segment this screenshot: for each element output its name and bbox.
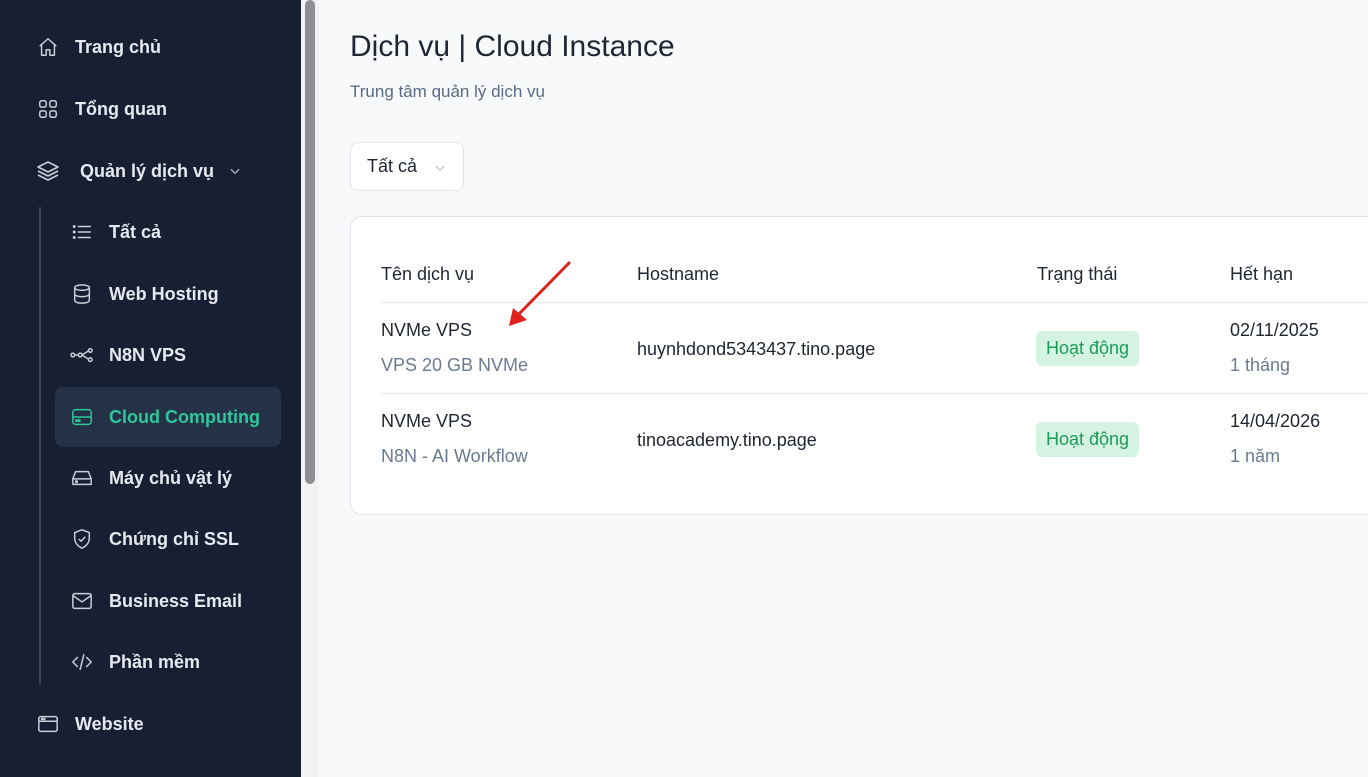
sidebar-item-label: Trang chủ (75, 36, 162, 57)
sidebar-item-label: Website (75, 713, 144, 734)
row-2-expiry-date: 14/04/2026 (1230, 411, 1321, 431)
sidebar-item-n8n-vps[interactable]: N8N VPS (70, 335, 186, 375)
annotation-arrow-icon (509, 261, 571, 326)
row-1-service-name[interactable]: NVMe VPS (381, 320, 472, 341)
sidebar-item-label: Business Email (109, 590, 243, 611)
page-subtitle: Trung tâm quản lý dịch vụ (350, 82, 545, 101)
row-1-billing-cycle: 1 tháng (1230, 355, 1291, 375)
list-icon (70, 220, 94, 244)
browser-icon (36, 712, 60, 736)
row-divider (381, 393, 1368, 394)
row-1-hostname[interactable]: huynhdond5343437.tino.page (637, 339, 875, 360)
filter-selected-value: Tất cả (367, 156, 418, 176)
sidebar-item-label: Máy chủ vật lý (109, 467, 233, 488)
workflow-icon (70, 343, 94, 367)
grid-icon (36, 97, 60, 121)
sidebar-scrollbar-thumb[interactable] (305, 0, 315, 484)
mail-icon (70, 589, 94, 613)
column-header-service-name: Tên dịch vụ (381, 264, 475, 284)
row-2-status-badge: Hoạt động (1036, 422, 1140, 457)
sidebar-item-web-hosting[interactable]: Web Hosting (70, 274, 219, 314)
layers-icon (36, 159, 60, 183)
sidebar-item-home[interactable]: Trang chủ (36, 27, 161, 67)
sidebar-item-label: Web Hosting (109, 283, 219, 304)
row-1-status-badge: Hoạt động (1036, 331, 1140, 366)
database-icon (70, 282, 94, 306)
row-1-expiry-date: 02/11/2025 (1230, 320, 1319, 340)
chevron-down-icon[interactable] (228, 164, 242, 178)
sidebar-item-business-email[interactable]: Business Email (70, 581, 242, 621)
page-title: Dịch vụ | Cloud Instance (350, 30, 675, 63)
sidebar-item-overview[interactable]: Tổng quan (36, 89, 167, 129)
sidebar-item-label: Cloud Computing (109, 406, 260, 427)
row-2-hostname[interactable]: tinoacademy.tino.page (637, 430, 817, 451)
sidebar-item-all[interactable]: Tất cả (70, 212, 161, 252)
sidebar-item-ssl[interactable]: Chứng chỉ SSL (70, 519, 239, 559)
row-2-service-name[interactable]: NVMe VPS (381, 411, 472, 432)
column-header-status: Trạng thái (1037, 264, 1118, 284)
sidebar-item-label: Phần mềm (109, 651, 201, 672)
home-icon (36, 35, 60, 59)
sidebar-item-cloud-computing[interactable]: Cloud Computing (70, 397, 260, 437)
sidebar-item-label: Quản lý dịch vụ (80, 160, 215, 181)
sidebar-item-label: Tổng quan (75, 98, 167, 119)
code-icon (70, 650, 94, 674)
server-icon (70, 405, 94, 429)
sidebar-item-website[interactable]: Website (36, 704, 144, 744)
sidebar-item-software[interactable]: Phần mềm (70, 642, 200, 682)
shield-check-icon (70, 527, 94, 551)
row-2-service-plan: N8N - AI Workflow (381, 446, 528, 466)
submenu-guide-line (39, 207, 41, 685)
chevron-down-icon (433, 159, 447, 180)
column-header-expiry: Hết hạn (1230, 264, 1294, 284)
row-1-service-plan: VPS 20 GB NVMe (381, 355, 529, 375)
sidebar-item-label: Chứng chỉ SSL (109, 528, 240, 549)
status-filter-select[interactable]: Tất cả (350, 142, 464, 191)
column-header-hostname: Hostname (637, 264, 720, 284)
hard-drive-icon (70, 466, 94, 490)
sidebar-item-service-management[interactable]: Quản lý dịch vụ (36, 151, 242, 191)
sidebar-item-label: Tất cả (109, 221, 162, 242)
sidebar-item-dedicated-server[interactable]: Máy chủ vật lý (70, 458, 232, 498)
sidebar-item-label: N8N VPS (109, 344, 187, 365)
sidebar: Trang chủ Tổng quan Quản lý dịch vụ Tất … (0, 0, 301, 777)
row-2-billing-cycle: 1 năm (1230, 446, 1281, 466)
